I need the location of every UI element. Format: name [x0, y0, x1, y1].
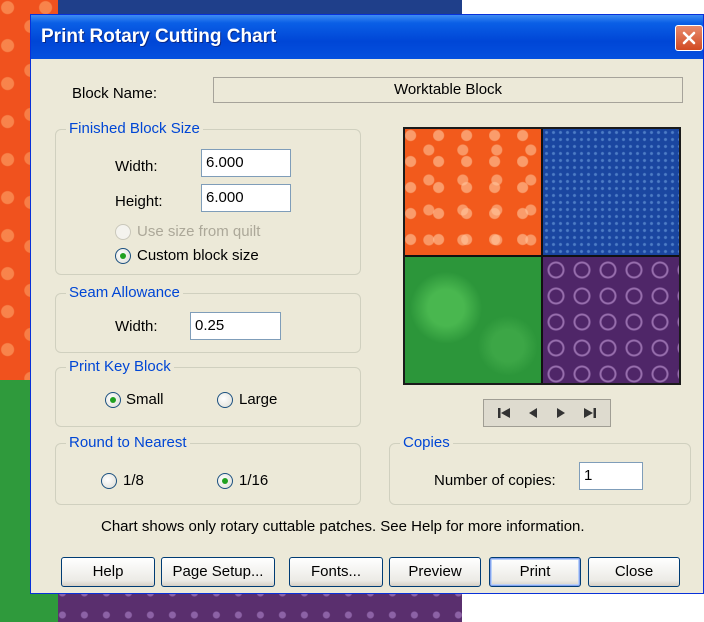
custom-block-size-radio[interactable]	[115, 248, 131, 264]
use-size-from-quilt-radio	[115, 224, 131, 240]
block-name-label: Block Name:	[72, 85, 158, 102]
info-text: Chart shows only rotary cuttable patches…	[101, 518, 585, 535]
key-block-small-label[interactable]: Small	[126, 391, 164, 408]
title-bar[interactable]: Print Rotary Cutting Chart	[31, 15, 703, 59]
dialog-title: Print Rotary Cutting Chart	[41, 26, 277, 47]
block-navigation-bar	[483, 399, 611, 427]
round-eighth-radio[interactable]	[101, 473, 117, 489]
round-eighth-label[interactable]: 1/8	[123, 472, 144, 489]
block-width-input[interactable]: 6.000	[201, 149, 291, 177]
block-height-label: Height:	[115, 193, 163, 210]
seam-width-input[interactable]: 0.25	[190, 312, 281, 340]
close-button[interactable]: Close	[588, 557, 680, 587]
help-button[interactable]: Help	[61, 557, 155, 587]
seam-width-label: Width:	[115, 318, 158, 335]
previous-icon[interactable]	[522, 403, 544, 423]
close-icon[interactable]	[675, 25, 703, 51]
round-to-nearest-group: Round to Nearest	[55, 434, 361, 505]
block-width-label: Width:	[115, 158, 158, 175]
preview-button[interactable]: Preview	[389, 557, 481, 587]
finished-block-size-legend: Finished Block Size	[66, 120, 203, 137]
number-of-copies-label: Number of copies:	[434, 472, 556, 489]
seam-allowance-legend: Seam Allowance	[66, 284, 183, 301]
use-size-from-quilt-label: Use size from quilt	[137, 223, 261, 240]
key-block-small-radio[interactable]	[105, 392, 121, 408]
block-height-input[interactable]: 6.000	[201, 184, 291, 212]
print-button[interactable]: Print	[489, 557, 581, 587]
block-preview	[403, 127, 681, 385]
block-name-value: Worktable Block	[213, 77, 683, 103]
first-icon[interactable]	[493, 403, 515, 423]
round-sixteenth-radio[interactable]	[217, 473, 233, 489]
preview-blue-dotted-patch	[543, 129, 679, 256]
fonts-button[interactable]: Fonts...	[289, 557, 383, 587]
copies-legend: Copies	[400, 434, 453, 451]
preview-orange-star-patch	[405, 129, 542, 256]
next-icon[interactable]	[550, 403, 572, 423]
print-key-block-group: Print Key Block	[55, 358, 361, 427]
number-of-copies-input[interactable]: 1	[579, 462, 643, 490]
preview-seam-horizontal	[405, 255, 679, 257]
round-sixteenth-label[interactable]: 1/16	[239, 472, 268, 489]
preview-green-mottled-patch	[405, 257, 542, 383]
key-block-large-radio[interactable]	[217, 392, 233, 408]
print-rotary-cutting-chart-dialog: Print Rotary Cutting Chart Block Name: W…	[30, 14, 704, 594]
preview-purple-swirl-patch	[543, 257, 679, 383]
key-block-large-label[interactable]: Large	[239, 391, 277, 408]
last-icon[interactable]	[579, 403, 601, 423]
page-setup-button[interactable]: Page Setup...	[161, 557, 275, 587]
custom-block-size-label[interactable]: Custom block size	[137, 247, 259, 264]
print-key-block-legend: Print Key Block	[66, 358, 174, 375]
round-to-nearest-legend: Round to Nearest	[66, 434, 190, 451]
